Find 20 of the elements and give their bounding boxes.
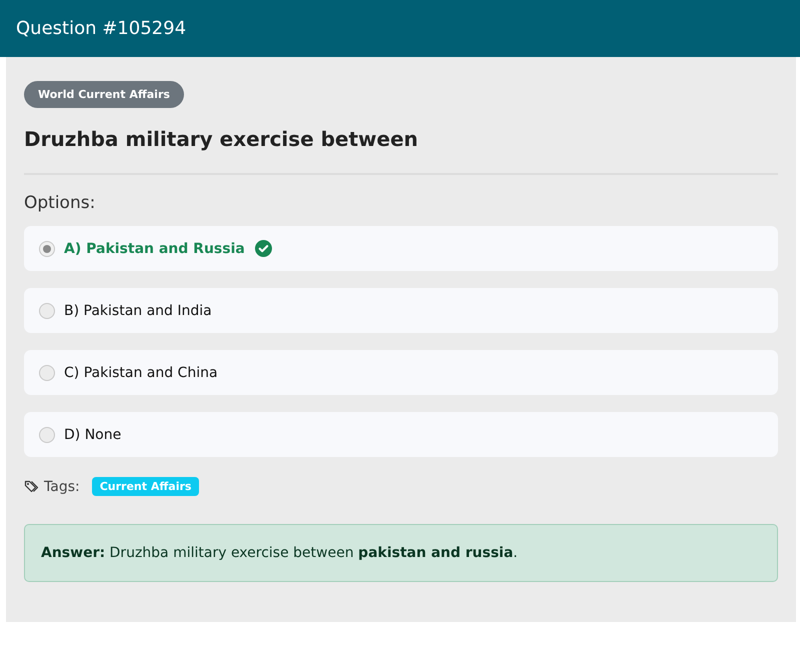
option-row[interactable]: C) Pakistan and China [24, 350, 778, 395]
tags-icon [24, 478, 40, 494]
radio-button[interactable] [39, 302, 55, 318]
answer-alert: Answer: Druzhba military exercise between pakistan and russia. [24, 524, 778, 582]
radio-button[interactable] [39, 240, 55, 256]
tags-label: Tags: [44, 478, 80, 494]
option-label: B) Pakistan and India [64, 302, 212, 318]
option-row[interactable]: D) None [24, 412, 778, 457]
option-row[interactable]: B) Pakistan and India [24, 288, 778, 333]
page-title: Question #105294 [16, 18, 186, 39]
question-title: Druzhba military exercise between [24, 127, 420, 151]
category-badge[interactable]: World Current Affairs [24, 81, 184, 108]
options-label: Options: [24, 193, 96, 213]
option-label: C) Pakistan and China [64, 364, 218, 380]
option-label: A) Pakistan and Russia [64, 240, 245, 256]
radio-button[interactable] [39, 426, 55, 442]
option-label: D) None [64, 426, 122, 442]
option-row[interactable]: A) Pakistan and Russia [24, 226, 778, 271]
radio-button[interactable] [39, 364, 55, 380]
check-circle-icon [254, 240, 272, 257]
